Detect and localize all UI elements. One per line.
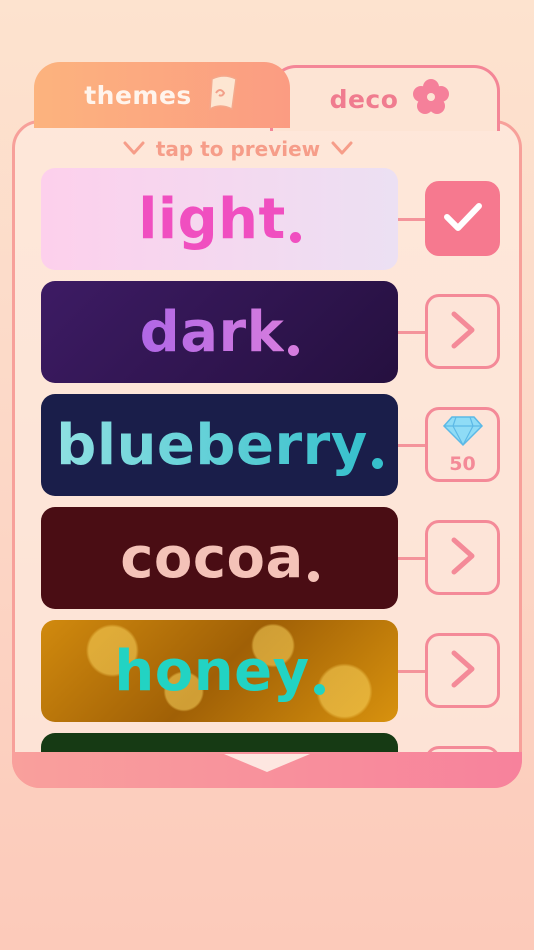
theme-row-dark: dark (39, 281, 500, 384)
tab-themes[interactable]: themes (34, 62, 290, 128)
theme-card-honey[interactable]: honey (41, 620, 398, 722)
theme-card-cocoa[interactable]: cocoa (41, 507, 398, 609)
theme-card-dark[interactable]: dark (41, 281, 398, 383)
connector (398, 444, 426, 447)
tab-bar: themes deco (34, 62, 500, 131)
theme-preview-button[interactable] (425, 520, 500, 595)
chevron-right-icon (447, 647, 479, 695)
preview-hint-label: tap to preview (155, 137, 321, 161)
theme-row-cocoa: cocoa (39, 507, 500, 610)
dot (289, 231, 301, 243)
dot (371, 457, 383, 469)
theme-name: cocoa (120, 525, 304, 591)
theme-name: dark (139, 299, 285, 365)
theme-card-blueberry[interactable]: blueberry (41, 394, 398, 496)
theme-name: honey (114, 638, 310, 704)
diamond-icon (442, 415, 484, 451)
preview-hint: tap to preview (15, 137, 461, 161)
theme-buy-button[interactable]: 50 (425, 407, 500, 482)
chevron-right-icon (447, 308, 479, 356)
tab-deco[interactable]: deco (270, 65, 500, 131)
connector (398, 218, 426, 221)
theme-row-blueberry: blueberry 50 (39, 394, 500, 497)
theme-preview-button[interactable] (425, 633, 500, 708)
connector (398, 557, 426, 560)
theme-card-light[interactable]: light (41, 168, 398, 270)
chevron-right-icon (447, 534, 479, 582)
scroll-icon (206, 73, 240, 117)
theme-row-light: light (39, 168, 500, 271)
theme-name: light (138, 186, 286, 252)
connector (398, 331, 426, 334)
theme-selected-button[interactable] (425, 181, 500, 256)
themes-panel: tap to preview light dark blueberry 50 c… (12, 120, 522, 788)
flower-icon (412, 78, 450, 122)
chevron-down-icon (122, 137, 146, 161)
theme-name: blueberry (56, 412, 368, 478)
tab-deco-label: deco (329, 85, 399, 114)
dot (288, 344, 300, 356)
connector (398, 670, 426, 673)
theme-row-honey: honey (39, 620, 500, 723)
checkmark-icon (441, 199, 485, 239)
price-label: 50 (449, 452, 476, 475)
dot (307, 570, 319, 582)
chevron-down-icon (330, 137, 354, 161)
tab-themes-label: themes (84, 80, 192, 110)
theme-preview-button[interactable] (425, 294, 500, 369)
scroll-down-bar[interactable] (12, 752, 522, 788)
caret-down-icon (222, 752, 312, 778)
dot (313, 683, 325, 695)
